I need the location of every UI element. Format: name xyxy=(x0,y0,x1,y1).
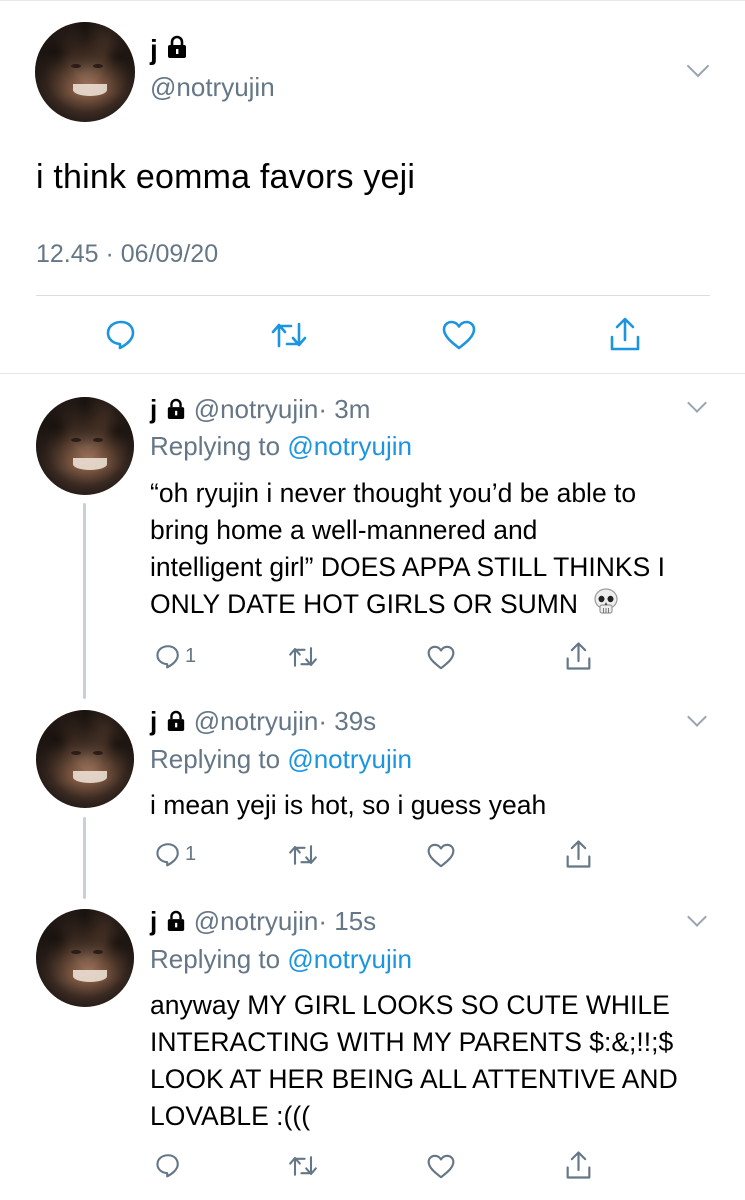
like-button[interactable] xyxy=(427,843,455,868)
chevron-down-icon[interactable] xyxy=(687,393,707,413)
share-icon xyxy=(566,642,591,670)
thread-line xyxy=(83,817,86,899)
retweet-button[interactable] xyxy=(288,1154,318,1178)
replying-label: Replying to xyxy=(150,944,281,974)
skull-icon xyxy=(591,587,621,627)
lock-icon xyxy=(166,396,186,427)
time: · 3m xyxy=(318,394,371,424)
reply-icon xyxy=(156,843,179,867)
divider xyxy=(36,295,710,296)
chevron-down-icon[interactable] xyxy=(687,907,707,927)
top-border xyxy=(0,0,745,1)
reply-button[interactable] xyxy=(155,1152,185,1178)
time: · 39s xyxy=(318,706,377,736)
heart-icon xyxy=(427,645,455,670)
text-line: intelligent girl” DOES APPA STILL THINKS… xyxy=(150,552,665,582)
reply-icon xyxy=(156,1154,179,1178)
display-name[interactable]: j xyxy=(150,394,157,424)
display-name[interactable]: j xyxy=(150,34,158,65)
tweet-text: i think eomma favors yeji xyxy=(36,158,416,196)
avatar[interactable] xyxy=(36,909,134,1007)
avatar[interactable] xyxy=(36,397,134,495)
timestamp[interactable]: 12.45 · 06/09/20 xyxy=(36,240,218,269)
text-line: INTERACTING WITH MY PARENTS $:&;!!;$ xyxy=(150,1027,674,1057)
mention-link[interactable]: @notryujin xyxy=(287,744,412,774)
avatar[interactable] xyxy=(35,22,135,122)
lock-icon xyxy=(166,908,186,939)
mention-link[interactable]: @notryujin xyxy=(287,431,412,461)
retweet-button[interactable] xyxy=(271,320,307,350)
reply-button[interactable]: 1 xyxy=(155,643,196,669)
like-button[interactable] xyxy=(442,320,476,350)
share-button[interactable] xyxy=(609,316,641,352)
like-button[interactable] xyxy=(427,645,455,670)
text-line: i mean yeji is hot, so i guess yeah xyxy=(150,790,547,820)
retweet-icon xyxy=(289,647,317,667)
share-icon xyxy=(566,840,591,868)
handle[interactable]: @notryujin xyxy=(194,394,319,424)
mention-link[interactable]: @notryujin xyxy=(287,944,412,974)
reply-icon xyxy=(106,320,135,350)
reply-count: 1 xyxy=(185,644,197,667)
reply-text: i mean yeji is hot, so i guess yeah xyxy=(150,787,730,824)
section-divider xyxy=(0,373,745,374)
text-line: anyway MY GIRL LOOKS SO CUTE WHILE xyxy=(150,990,670,1020)
retweet-button[interactable] xyxy=(288,645,318,669)
text-line: bring home a well-mannered and xyxy=(150,515,538,545)
share-button[interactable] xyxy=(565,641,592,671)
lock-icon xyxy=(166,35,188,64)
reply-button[interactable] xyxy=(105,318,137,350)
like-button[interactable] xyxy=(427,1154,455,1179)
handle[interactable]: @notryujin xyxy=(194,706,319,736)
replying-label: Replying to xyxy=(150,744,281,774)
share-button[interactable] xyxy=(565,1150,592,1180)
lock-icon xyxy=(166,708,186,739)
time: · 15s xyxy=(318,906,377,936)
chevron-down-icon[interactable] xyxy=(687,707,707,727)
thread-line xyxy=(83,503,86,699)
reply-count: 1 xyxy=(185,842,197,865)
text-line: LOVABLE :((( xyxy=(150,1101,311,1131)
retweet-icon xyxy=(289,1156,317,1176)
text-line: “oh ryujin i never thought you’d be able… xyxy=(150,478,637,508)
retweet-button[interactable] xyxy=(288,843,318,867)
share-button[interactable] xyxy=(565,839,592,869)
avatar[interactable] xyxy=(36,710,134,808)
reply-icon xyxy=(156,645,179,669)
retweet-icon xyxy=(289,845,317,865)
replying-label: Replying to xyxy=(150,431,281,461)
reply-text: “oh ryujin i never thought you’d be able… xyxy=(150,475,730,627)
share-icon xyxy=(566,1151,591,1179)
text-line: LOOK AT HER BEING ALL ATTENTIVE AND xyxy=(150,1064,678,1094)
reply-text: anyway MY GIRL LOOKS SO CUTE WHILE INTER… xyxy=(150,987,735,1135)
display-name[interactable]: j xyxy=(150,906,157,936)
reply-button[interactable]: 1 xyxy=(155,841,196,867)
text-line: ONLY DATE HOT GIRLS OR SUMN xyxy=(150,589,578,619)
handle[interactable]: @notryujin xyxy=(194,906,319,936)
handle[interactable]: @notryujin xyxy=(150,72,275,103)
share-icon xyxy=(610,317,640,351)
heart-icon xyxy=(427,843,455,868)
display-name[interactable]: j xyxy=(150,706,157,736)
retweet-icon xyxy=(271,322,307,348)
heart-icon xyxy=(442,320,476,350)
heart-icon xyxy=(427,1154,455,1179)
chevron-down-icon[interactable] xyxy=(686,54,710,78)
